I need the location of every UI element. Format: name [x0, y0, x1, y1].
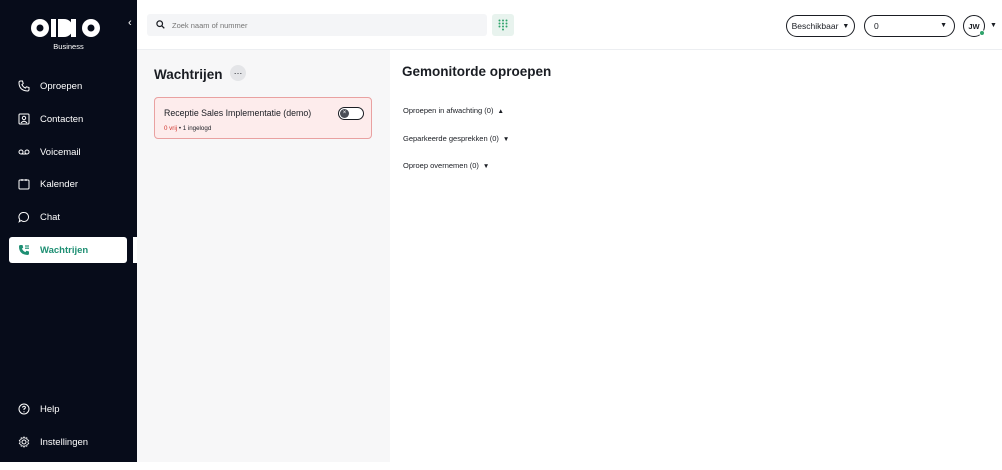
sidebar-item-oproepen[interactable]: Oproepen: [9, 73, 127, 99]
queue-free-count: 0 vrij: [164, 125, 178, 132]
section-call-pickup[interactable]: Oproep overnemen (0) ▼: [403, 161, 489, 170]
caret-down-icon[interactable]: ▼: [990, 22, 997, 29]
calendar-icon: [18, 178, 30, 190]
sidebar-item-label: Wachtrijen: [40, 244, 89, 256]
sidebar-item-chat[interactable]: Chat: [9, 204, 127, 230]
chat-bubble-icon: [18, 211, 30, 223]
search-icon: [156, 16, 165, 34]
page-title: Wachtrijen: [154, 67, 223, 82]
section-parked-calls[interactable]: Geparkeerde gesprekken (0) ▼: [403, 134, 509, 143]
help-icon: [18, 403, 30, 415]
queue-stats: 0 vrij • 1 ingelogd: [164, 125, 211, 132]
sidebar-item-label: Chat: [40, 211, 61, 223]
queue-logged-in-count: 1 ingelogd: [182, 125, 212, 132]
section-label: Oproep overnemen (0): [403, 161, 479, 170]
search-bar[interactable]: [147, 14, 487, 36]
sidebar-item-kalender[interactable]: Kalender: [9, 171, 127, 197]
sidebar-item-instellingen[interactable]: Instellingen: [9, 429, 127, 455]
section-label: Geparkeerde gesprekken (0): [403, 134, 499, 143]
caret-down-icon: ▼: [842, 22, 850, 30]
caret-down-icon: ▼: [502, 136, 510, 143]
ellipsis-icon[interactable]: …: [230, 65, 246, 81]
sidebar-item-label: Oproepen: [40, 80, 83, 92]
dialpad-button[interactable]: [492, 14, 514, 36]
sidebar-item-label: Help: [40, 403, 60, 415]
phone-icon: [18, 80, 30, 92]
odido-logo[interactable]: [31, 18, 101, 38]
monitored-calls-title: Gemonitorde oproepen: [402, 64, 552, 79]
presence-dot: [979, 30, 985, 36]
sidebar-item-contacten[interactable]: Contacten: [9, 106, 127, 132]
section-waiting-calls[interactable]: Oproepen in afwachting (0) ▲: [403, 106, 504, 115]
section-label: Oproepen in afwachting (0): [403, 106, 494, 115]
sidebar-item-label: Voicemail: [40, 146, 81, 158]
top-bar: Beschikbaar ▼ 0 ▼ JW ▼: [137, 0, 1002, 50]
avatar-initials: JW: [968, 21, 980, 31]
chevron-left-icon[interactable]: ‹: [128, 18, 132, 29]
caret-down-icon: ▼: [482, 163, 490, 170]
queue-name: Receptie Sales Implementatie (demo): [164, 108, 312, 118]
queue-panel: Wachtrijen … Receptie Sales Implementati…: [137, 50, 390, 462]
sidebar-item-wachtrijen[interactable]: Wachtrijen: [9, 237, 127, 263]
availability-label: Beschikbaar: [791, 21, 839, 31]
sidebar: Business ‹ Oproepen Contacten Voicemail …: [0, 0, 137, 462]
device-value: 0: [874, 21, 879, 31]
caret-up-icon: ▲: [497, 108, 504, 115]
sidebar-item-label: Instellingen: [40, 436, 89, 448]
sidebar-item-help[interactable]: Help: [9, 396, 127, 422]
queue-login-toggle[interactable]: ×: [338, 107, 364, 120]
queue-phone-icon: [18, 244, 30, 256]
caret-down-icon: ▼: [940, 22, 947, 29]
close-icon: ×: [340, 109, 349, 118]
bottom-edge: [0, 462, 1002, 470]
contact-card-icon: [18, 113, 30, 125]
device-select[interactable]: 0 ▼: [864, 15, 955, 37]
availability-dropdown[interactable]: Beschikbaar ▼: [786, 15, 855, 37]
queue-card[interactable]: Receptie Sales Implementatie (demo) 0 vr…: [154, 97, 372, 139]
voicemail-icon: [18, 146, 30, 158]
logo-subtitle: Business: [53, 42, 84, 51]
gear-icon: [18, 436, 30, 448]
dialpad-icon: [498, 19, 508, 31]
search-input[interactable]: [172, 20, 472, 30]
sidebar-item-voicemail[interactable]: Voicemail: [9, 139, 127, 165]
sidebar-item-label: Kalender: [40, 178, 79, 190]
sidebar-item-label: Contacten: [40, 113, 84, 125]
